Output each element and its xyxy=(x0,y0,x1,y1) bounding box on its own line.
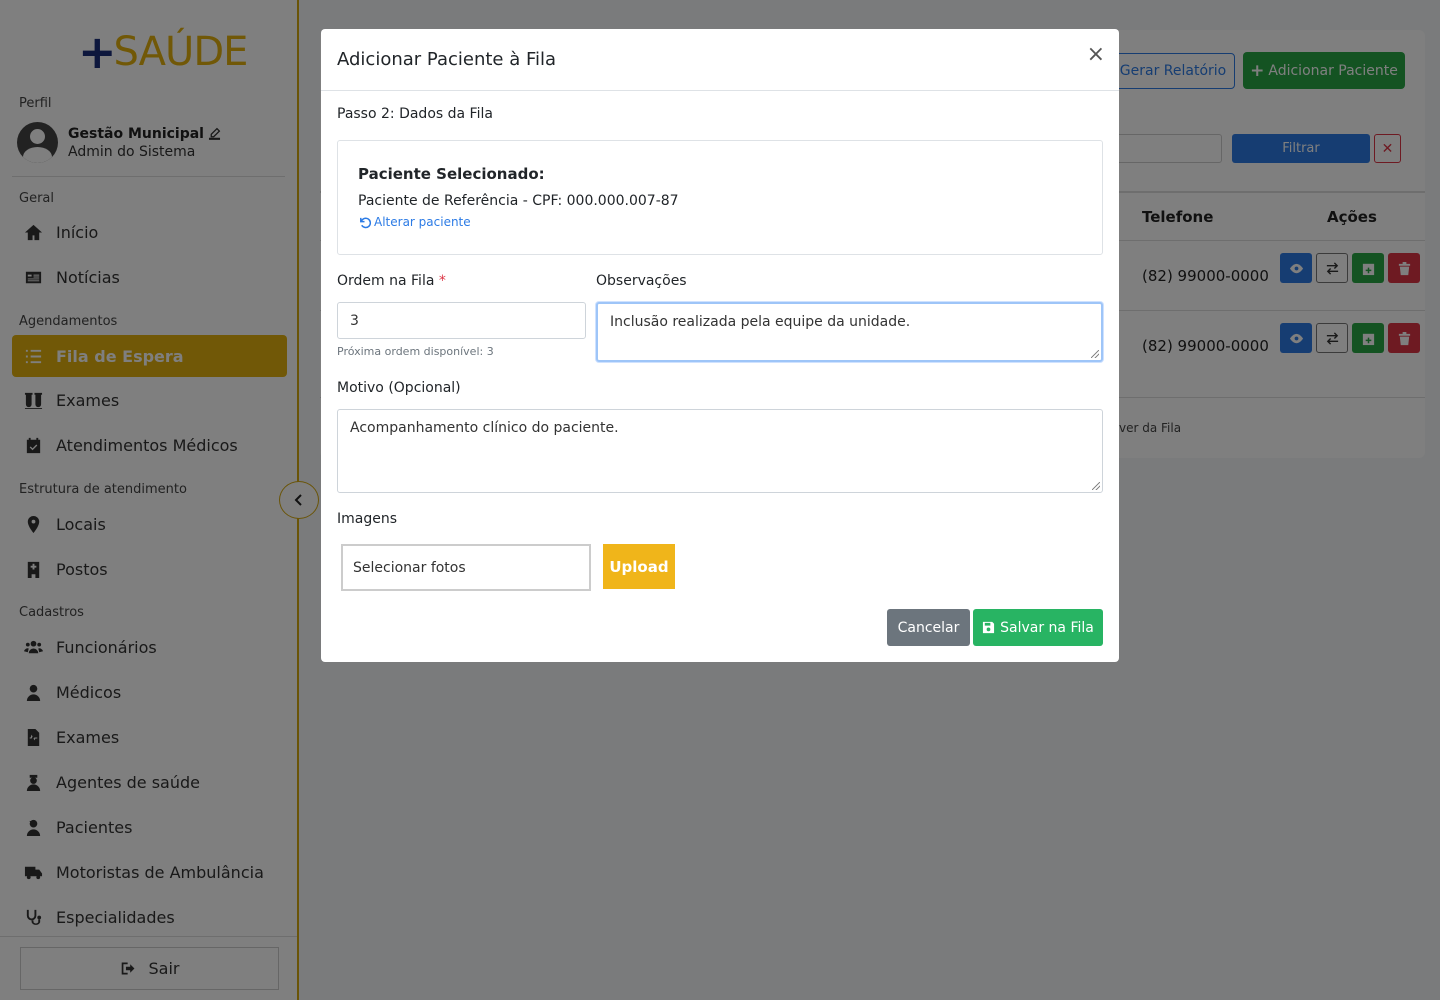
step-indicator: Passo 2: Dados da Fila xyxy=(337,106,493,122)
order-input[interactable]: 3 xyxy=(337,302,586,339)
close-icon[interactable]: × xyxy=(1087,44,1105,66)
change-patient-label: Alterar paciente xyxy=(374,215,471,229)
images-label: Imagens xyxy=(337,511,398,527)
selected-patient-label: Paciente Selecionado: xyxy=(358,165,545,183)
reason-value: Acompanhamento clínico do paciente. xyxy=(350,420,619,436)
save-icon xyxy=(983,621,995,634)
reason-label: Motivo (Opcional) xyxy=(337,380,461,396)
observations-textarea[interactable]: Inclusão realizada pela equipe da unidad… xyxy=(596,302,1103,362)
required-mark: * xyxy=(438,273,446,289)
order-label-text: Ordem na Fila xyxy=(337,273,435,289)
cancel-button[interactable]: Cancelar xyxy=(887,609,970,646)
resize-handle[interactable] xyxy=(1091,350,1099,358)
selected-patient-box: Paciente Selecionado: Paciente de Referê… xyxy=(337,140,1103,255)
app: +SAÚDE Perfil Gestão Municipal Admin do … xyxy=(0,0,1440,1000)
select-photos-button[interactable]: Selecionar fotos xyxy=(341,544,591,591)
observations-label: Observações xyxy=(596,273,687,289)
selected-patient-value: Paciente de Referência - CPF: 000.000.00… xyxy=(358,193,679,209)
reason-textarea[interactable]: Acompanhamento clínico do paciente. xyxy=(337,409,1103,493)
save-to-queue-button[interactable]: Salvar na Fila xyxy=(973,609,1103,646)
observations-value: Inclusão realizada pela equipe da unidad… xyxy=(610,314,911,330)
undo-icon xyxy=(360,217,371,228)
order-label: Ordem na Fila * xyxy=(337,273,446,289)
upload-button[interactable]: Upload xyxy=(603,544,675,589)
add-to-queue-modal: Adicionar Paciente à Fila × Passo 2: Dad… xyxy=(321,29,1119,662)
resize-handle[interactable] xyxy=(1092,482,1100,490)
save-label: Salvar na Fila xyxy=(1000,619,1094,636)
modal-header: Adicionar Paciente à Fila × xyxy=(321,29,1119,91)
order-hint: Próxima ordem disponível: 3 xyxy=(337,345,494,358)
change-patient-link[interactable]: Alterar paciente xyxy=(358,215,471,229)
modal-title: Adicionar Paciente à Fila xyxy=(337,49,557,70)
